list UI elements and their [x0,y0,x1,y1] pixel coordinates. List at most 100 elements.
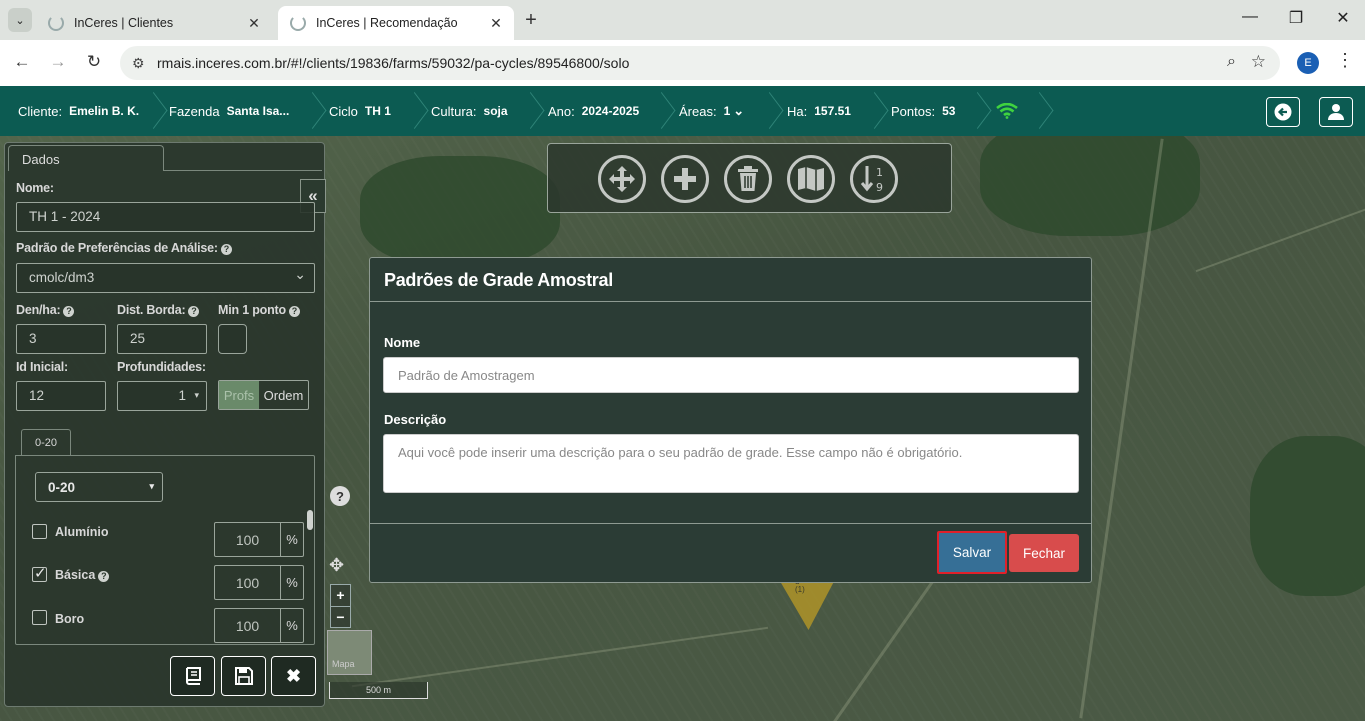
zoom-out-button[interactable]: − [331,606,350,627]
help-icon[interactable]: ? [188,306,200,317]
breadcrumb-points: Pontos: 53 [891,103,956,119]
save-panel-button[interactable] [221,656,266,696]
tab-depth-0-20[interactable]: 0-20 [21,429,71,455]
breadcrumb-year[interactable]: Ano: 2024-2025 [548,86,639,136]
percent-unit: % [286,618,298,633]
description-textarea[interactable] [383,434,1079,493]
pref-select[interactable]: cmolc/dm3 [16,263,315,293]
back-arrow-icon[interactable]: ← [10,52,34,72]
map-forest-area [360,156,560,266]
profs-button[interactable]: Profs [219,381,259,409]
sort-numbers-button[interactable]: 19 [850,155,898,203]
site-info-icon[interactable]: ⚙ [132,55,145,72]
initial-id-label: Id Inicial: [16,360,68,374]
delete-point-button[interactable] [724,155,772,203]
aluminio-percent: 100 % [214,522,304,557]
floppy-disk-icon [234,667,253,685]
tab-title: InCeres | Clientes [74,16,174,30]
forward-arrow-icon[interactable]: → [46,52,70,72]
reload-icon[interactable]: ↻ [82,52,106,72]
window-close-icon[interactable]: ✕ [1331,8,1355,28]
map-road [351,626,769,688]
border-input[interactable]: 25 [117,324,207,354]
zoom-icon[interactable]: ⌕ [1227,53,1236,71]
close-icon[interactable]: ✕ [488,15,504,32]
help-icon[interactable]: ? [220,244,232,255]
breadcrumb-separator [411,92,425,130]
x-icon: ✖ [285,665,302,686]
modal-title: Padrões de Grade Amostral [384,270,613,290]
boro-checkbox[interactable] [32,610,47,625]
move-arrows-icon [609,166,635,192]
close-button[interactable]: Fechar [1009,534,1079,572]
breadcrumb-separator [871,92,885,130]
percent-input[interactable]: 100 [215,566,281,599]
caret-down-icon: ▾ [194,390,199,400]
browser-tab-clientes[interactable]: InCeres | Clientes ✕ [36,6,272,40]
tab-search-button[interactable]: ⌄ [8,8,32,32]
breadcrumb-separator [974,92,988,130]
map-forest-area [1250,436,1365,596]
minimap-toggle[interactable]: Mapa [327,630,372,675]
help-icon[interactable]: ? [98,571,110,582]
percent-unit: % [286,532,298,547]
user-button[interactable] [1319,97,1353,127]
close-icon[interactable]: ✕ [246,15,262,32]
depths-stepper[interactable]: 1 ▾ [117,381,207,411]
help-icon[interactable]: ? [288,306,300,317]
den-input[interactable]: 3 [16,324,106,354]
book-icon [185,667,201,685]
name-input[interactable]: TH 1 - 2024 [16,202,315,232]
browser-menu-icon[interactable]: ⋮ [1336,50,1354,71]
map-pan-icon[interactable]: ✥ [329,555,344,576]
back-button[interactable] [1266,97,1300,127]
percent-input[interactable]: 100 [215,609,281,642]
pattern-name-input[interactable] [383,357,1079,393]
book-button[interactable] [170,656,215,696]
breadcrumb-client[interactable]: Cliente: Emelin B. K. [18,86,139,136]
browser-tab-bar: ⌄ InCeres | Clientes ✕ InCeres | Recomen… [0,0,1365,40]
add-point-button[interactable] [661,155,709,203]
den-label: Den/ha:? [16,303,75,317]
min-point-label: Min 1 ponto? [218,303,300,317]
breadcrumb-areas[interactable]: Áreas: 1 ⌄ [679,86,744,136]
breadcrumb-separator [150,92,164,130]
min-point-checkbox[interactable] [218,324,247,354]
initial-id-input[interactable]: 12 [16,381,106,411]
basica-checkbox[interactable] [32,564,47,582]
boro-label: Boro [55,612,85,626]
browser-tab-recomendacao[interactable]: InCeres | Recomendação ✕ [278,6,514,40]
percent-input[interactable]: 100 [215,523,281,556]
breadcrumb-cycle[interactable]: Ciclo TH 1 [329,86,391,136]
bookmark-star-icon[interactable]: ☆ [1251,52,1266,72]
svg-text:1: 1 [876,166,883,179]
address-bar[interactable]: ⚙ rmais.inceres.com.br/#!/clients/19836/… [120,46,1280,80]
pref-label: Padrão de Preferências de Análise:? [16,241,232,255]
breadcrumb-separator [1036,92,1050,130]
sort-numeric-icon: 19 [860,166,883,194]
depths-label: Profundidades: [117,360,206,374]
url-text: rmais.inceres.com.br/#!/clients/19836/fa… [157,55,630,71]
close-panel-button[interactable]: ✖ [271,656,316,696]
zoom-in-button[interactable]: + [331,585,350,606]
map-help-icon[interactable]: ? [330,486,350,506]
help-icon[interactable]: ? [63,306,75,317]
depth-select[interactable]: 0-20 [35,472,163,502]
map-view-button[interactable] [787,155,835,203]
name-label: Nome: [16,181,54,195]
basica-label: Básica? [55,568,110,582]
breadcrumb-crop[interactable]: Cultura: soja [431,86,508,136]
scrollbar[interactable] [307,510,313,530]
minimize-icon[interactable]: — [1238,8,1262,26]
tab-dados[interactable]: Dados [8,145,164,171]
new-tab-icon[interactable]: + [520,9,542,32]
move-tool-button[interactable] [598,155,646,203]
profile-avatar[interactable]: E [1297,52,1319,74]
divider [370,523,1091,524]
svg-text:9: 9 [876,181,883,194]
save-button[interactable]: Salvar [937,531,1007,574]
order-button[interactable]: Ordem [259,381,308,409]
restore-icon[interactable]: ❐ [1284,8,1308,28]
breadcrumb-farm[interactable]: Fazenda Santa Isa... [169,86,289,136]
aluminio-checkbox[interactable] [32,524,47,539]
